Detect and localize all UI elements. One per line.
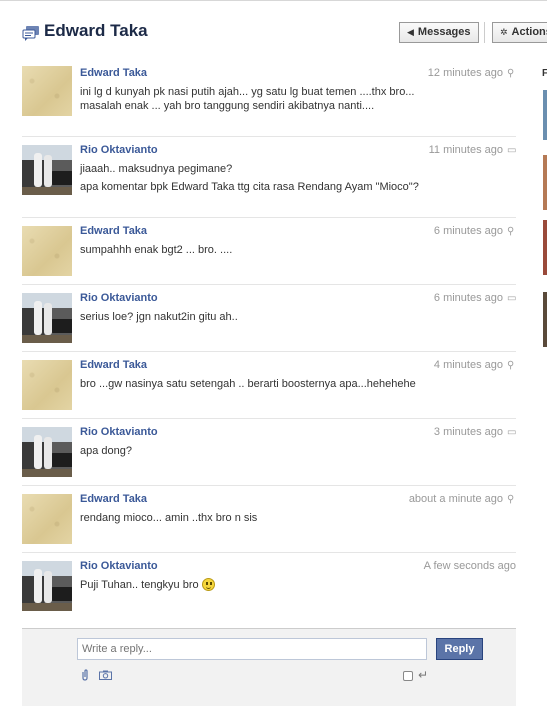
message-time: 6 minutes ago ⚲ [434, 225, 516, 237]
sender-name[interactable]: Rio Oktavianto [80, 144, 158, 156]
message-text: apa komentar bpk Edward Taka ttg cita ra… [80, 181, 419, 193]
sender-name[interactable]: Edward Taka [80, 225, 147, 237]
time-label: 6 minutes ago [433, 292, 503, 304]
message-body: bro ...gw nasinya satu setengah .. berar… [80, 377, 440, 395]
message-text: sumpahhh enak bgt2 ... bro. .... [80, 244, 233, 256]
avatar[interactable] [22, 561, 72, 611]
message-item: Rio Oktavianto 11 minutes ago ▭ jiaaah.. … [22, 137, 516, 218]
messages-button[interactable]: ◀ Messages [399, 22, 479, 43]
sender-name[interactable]: Rio Oktavianto [80, 560, 158, 572]
actions-button[interactable]: ✲Actions [492, 22, 547, 43]
time-label: A few seconds ago [423, 560, 516, 572]
smiley-icon [201, 578, 215, 591]
right-panel-label: F [542, 68, 547, 79]
sidebar-thumbnail[interactable] [543, 90, 547, 140]
message-text: apa dong? [80, 445, 132, 457]
message-body: Puji Tuhan.. tengkyu bro [80, 578, 440, 596]
time-label: 4 minutes ago [433, 359, 503, 371]
message-text: rendang mioco... amin ..thx bro n sis [80, 512, 258, 524]
message-time: 12 minutes ago ⚲ [428, 67, 516, 79]
sender-name[interactable]: Rio Oktavianto [80, 426, 158, 438]
sidebar-thumbnail[interactable] [543, 155, 547, 210]
message-text: ini lg d kunyah pk nasi putih ajah... yg… [80, 86, 415, 112]
messages-icon [22, 26, 39, 41]
message-item: Edward Taka 12 minutes ago ⚲ ini lg d kun… [22, 60, 516, 137]
message-text: jiaaah.. maksudnya pegimane? [80, 163, 233, 175]
header-divider [484, 22, 485, 43]
avatar[interactable] [22, 226, 72, 276]
sender-name[interactable]: Edward Taka [80, 67, 147, 79]
avatar[interactable] [22, 66, 72, 116]
reply-composer: Reply ↵ [22, 628, 516, 706]
message-time: A few seconds ago [424, 560, 516, 572]
camera-icon[interactable] [99, 670, 112, 680]
reply-input[interactable] [77, 638, 427, 660]
sidebar-thumbnail[interactable] [543, 292, 547, 347]
sender-name[interactable]: Edward Taka [80, 493, 147, 505]
message-time: 11 minutes ago ▭ [428, 144, 517, 156]
message-item: Rio Oktavianto A few seconds ago Puji Tu… [22, 553, 516, 628]
quick-reply-checkbox[interactable] [403, 671, 413, 681]
time-label: 12 minutes ago [427, 67, 503, 79]
sender-name[interactable]: Edward Taka [80, 359, 147, 371]
message-item: Rio Oktavianto 6 minutes ago ▭ serius loe… [22, 285, 516, 352]
avatar[interactable] [22, 145, 72, 195]
conversation-title: Edward Taka [44, 21, 148, 40]
sender-name[interactable]: Rio Oktavianto [80, 292, 158, 304]
message-body: rendang mioco... amin ..thx bro n sis [80, 511, 440, 529]
gear-icon: ✲ [500, 27, 508, 37]
enter-key-icon: ↵ [418, 668, 429, 682]
message-item: Edward Taka 6 minutes ago ⚲ sumpahhh enak… [22, 218, 516, 285]
message-body: jiaaah.. maksudnya pegimane? apa komenta… [80, 162, 440, 198]
message-time: 6 minutes ago ▭ [433, 292, 517, 304]
avatar[interactable] [22, 293, 72, 343]
time-label: 11 minutes ago [428, 144, 503, 156]
message-item: Rio Oktavianto 3 minutes ago ▭ apa dong? [22, 419, 516, 486]
message-text: serius loe? jgn nakut2in gitu ah.. [80, 311, 238, 323]
message-body: apa dong? [80, 444, 440, 462]
chat-bubble-icon: ▭ [507, 293, 517, 304]
message-time: 3 minutes ago ▭ [433, 426, 517, 438]
chevron-left-icon: ◀ [407, 27, 414, 37]
message-time: about a minute ago ⚲ [409, 493, 516, 505]
reply-button[interactable]: Reply [436, 638, 483, 660]
message-text: Puji Tuhan.. tengkyu bro [80, 579, 199, 591]
message-item: Edward Taka about a minute ago ⚲ rendang … [22, 486, 516, 553]
conversation-header: Edward Taka ◀Messages ✲Actions [0, 0, 547, 61]
message-body: sumpahhh enak bgt2 ... bro. .... [80, 243, 440, 261]
location-pin-icon: ⚲ [507, 226, 515, 237]
avatar[interactable] [22, 360, 72, 410]
message-text: bro ...gw nasinya satu setengah .. berar… [80, 378, 416, 390]
location-pin-icon: ⚲ [507, 68, 515, 79]
message-item: Edward Taka 4 minutes ago ⚲ bro ...gw nas… [22, 352, 516, 419]
message-body: serius loe? jgn nakut2in gitu ah.. [80, 310, 440, 328]
location-pin-icon: ⚲ [507, 360, 515, 371]
chat-bubble-icon: ▭ [507, 427, 517, 438]
messages-button-label: Messages [417, 26, 471, 38]
time-label: 6 minutes ago [433, 225, 503, 237]
time-label: 3 minutes ago [433, 426, 503, 438]
right-sidebar-edge: F [538, 60, 547, 706]
time-label: about a minute ago [408, 493, 503, 505]
attach-file-icon[interactable] [80, 669, 90, 681]
actions-button-label: Actions [511, 26, 547, 38]
message-time: 4 minutes ago ⚲ [434, 359, 516, 371]
sidebar-thumbnail[interactable] [543, 220, 547, 275]
chat-bubble-icon: ▭ [507, 145, 517, 156]
location-pin-icon: ⚲ [507, 494, 515, 505]
avatar[interactable] [22, 494, 72, 544]
message-body: ini lg d kunyah pk nasi putih ajah... yg… [80, 85, 440, 117]
avatar[interactable] [22, 427, 72, 477]
